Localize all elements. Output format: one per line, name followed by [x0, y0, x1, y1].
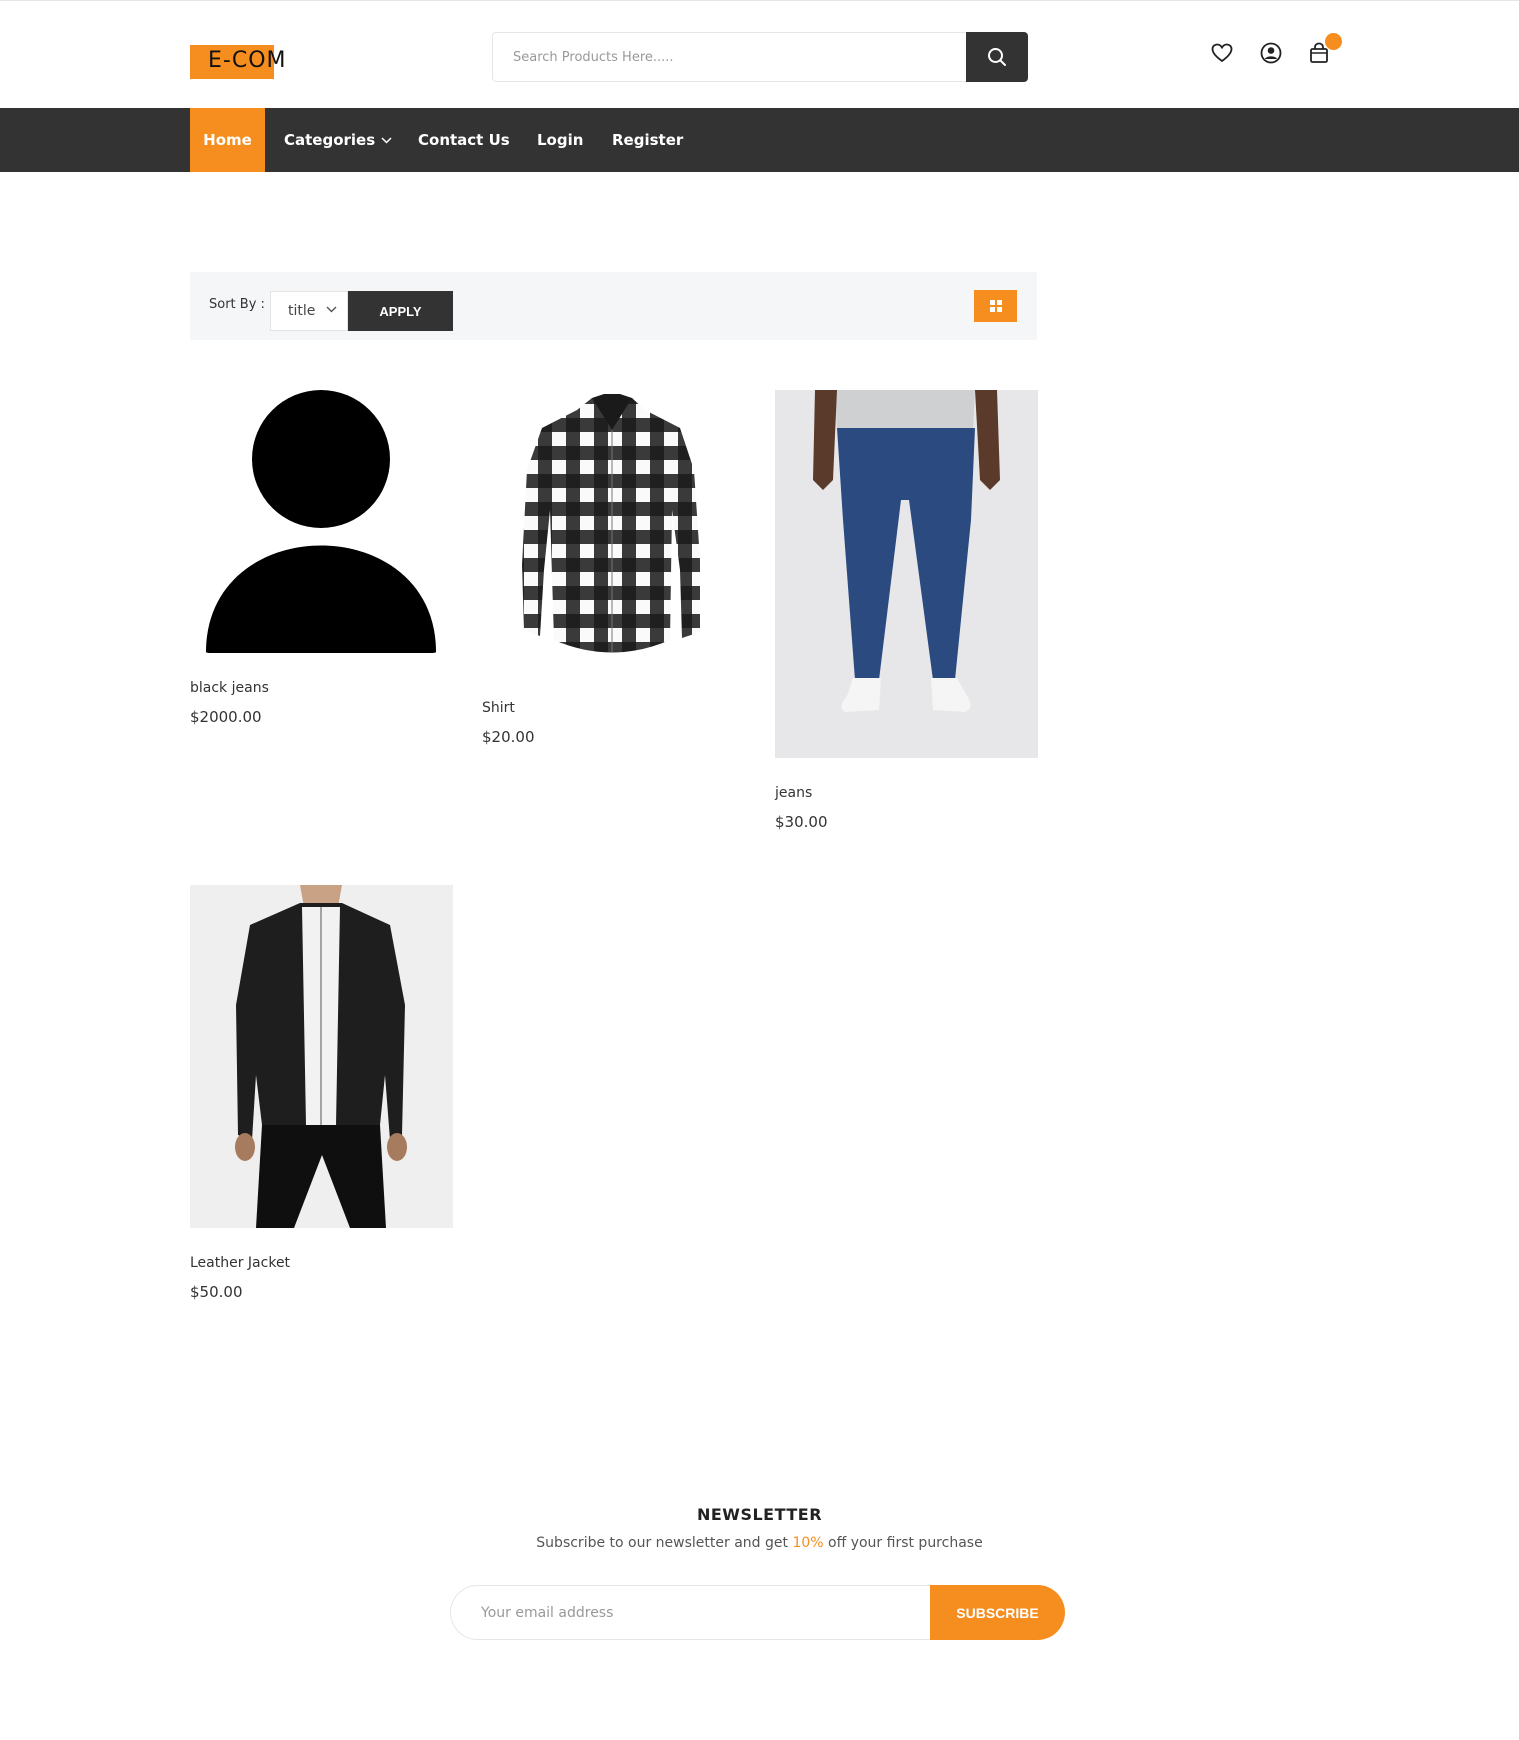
product-price: $20.00 [482, 728, 535, 746]
product-card[interactable]: jeans $30.00 [775, 390, 1038, 840]
product-name[interactable]: Leather Jacket [190, 1255, 290, 1271]
product-price: $50.00 [190, 1283, 243, 1301]
logo-text: E-COM [208, 48, 287, 73]
grid-icon [989, 300, 1002, 312]
nav-item-contact[interactable]: Contact Us [418, 108, 510, 172]
cart-badge [1325, 33, 1342, 50]
product-name[interactable]: jeans [775, 785, 812, 801]
product-image-jeans[interactable] [775, 390, 1038, 758]
grid-view-button[interactable] [974, 290, 1017, 322]
sort-value: title [288, 303, 316, 319]
product-card[interactable]: Shirt $20.00 [482, 390, 745, 760]
account-button[interactable] [1259, 41, 1283, 65]
nav-item-home[interactable]: Home [190, 108, 265, 172]
nav-item-register[interactable]: Register [612, 108, 683, 172]
site-header: E-COM [0, 1, 1519, 108]
product-image-shirt[interactable] [482, 390, 745, 680]
product-price: $30.00 [775, 813, 828, 831]
newsletter-subtitle-after: off your first purchase [823, 1535, 983, 1551]
newsletter-subtitle-before: Subscribe to our newsletter and get [536, 1535, 793, 1551]
sort-label: Sort By : [209, 297, 265, 312]
newsletter-email-input[interactable] [450, 1585, 942, 1640]
wishlist-button[interactable] [1210, 41, 1234, 65]
apply-button[interactable]: APPLY [348, 291, 453, 331]
nav-item-login[interactable]: Login [537, 108, 583, 172]
newsletter-discount: 10% [792, 1535, 824, 1551]
search-input[interactable] [492, 32, 966, 82]
subscribe-button[interactable]: SUBSCRIBE [930, 1585, 1065, 1640]
chevron-down-icon [326, 306, 337, 313]
newsletter-title: NEWSLETTER [696, 1505, 823, 1524]
product-card[interactable]: black jeans $2000.00 [190, 390, 453, 740]
product-image-leather-jacket[interactable] [190, 885, 453, 1228]
newsletter-subtitle: Subscribe to our newsletter and get 10% … [0, 1535, 1519, 1551]
product-name[interactable]: Shirt [482, 700, 515, 716]
user-icon [1260, 42, 1282, 64]
search-button[interactable] [966, 32, 1028, 82]
main-nav: Home Categories Contact Us Login Registe… [0, 108, 1519, 172]
product-name[interactable]: black jeans [190, 680, 269, 696]
nav-item-categories[interactable]: Categories [284, 108, 392, 172]
heart-icon [1211, 43, 1233, 63]
product-card[interactable]: Leather Jacket $50.00 [190, 885, 453, 1305]
sort-select[interactable]: title [270, 291, 348, 331]
chevron-down-icon [381, 137, 392, 144]
product-image-placeholder[interactable] [190, 390, 453, 660]
logo[interactable]: E-COM [190, 45, 286, 79]
nav-item-label: Categories [284, 131, 376, 149]
sort-toolbar: Sort By : title APPLY [190, 272, 1037, 340]
search-icon [988, 48, 1006, 66]
product-price: $2000.00 [190, 708, 262, 726]
